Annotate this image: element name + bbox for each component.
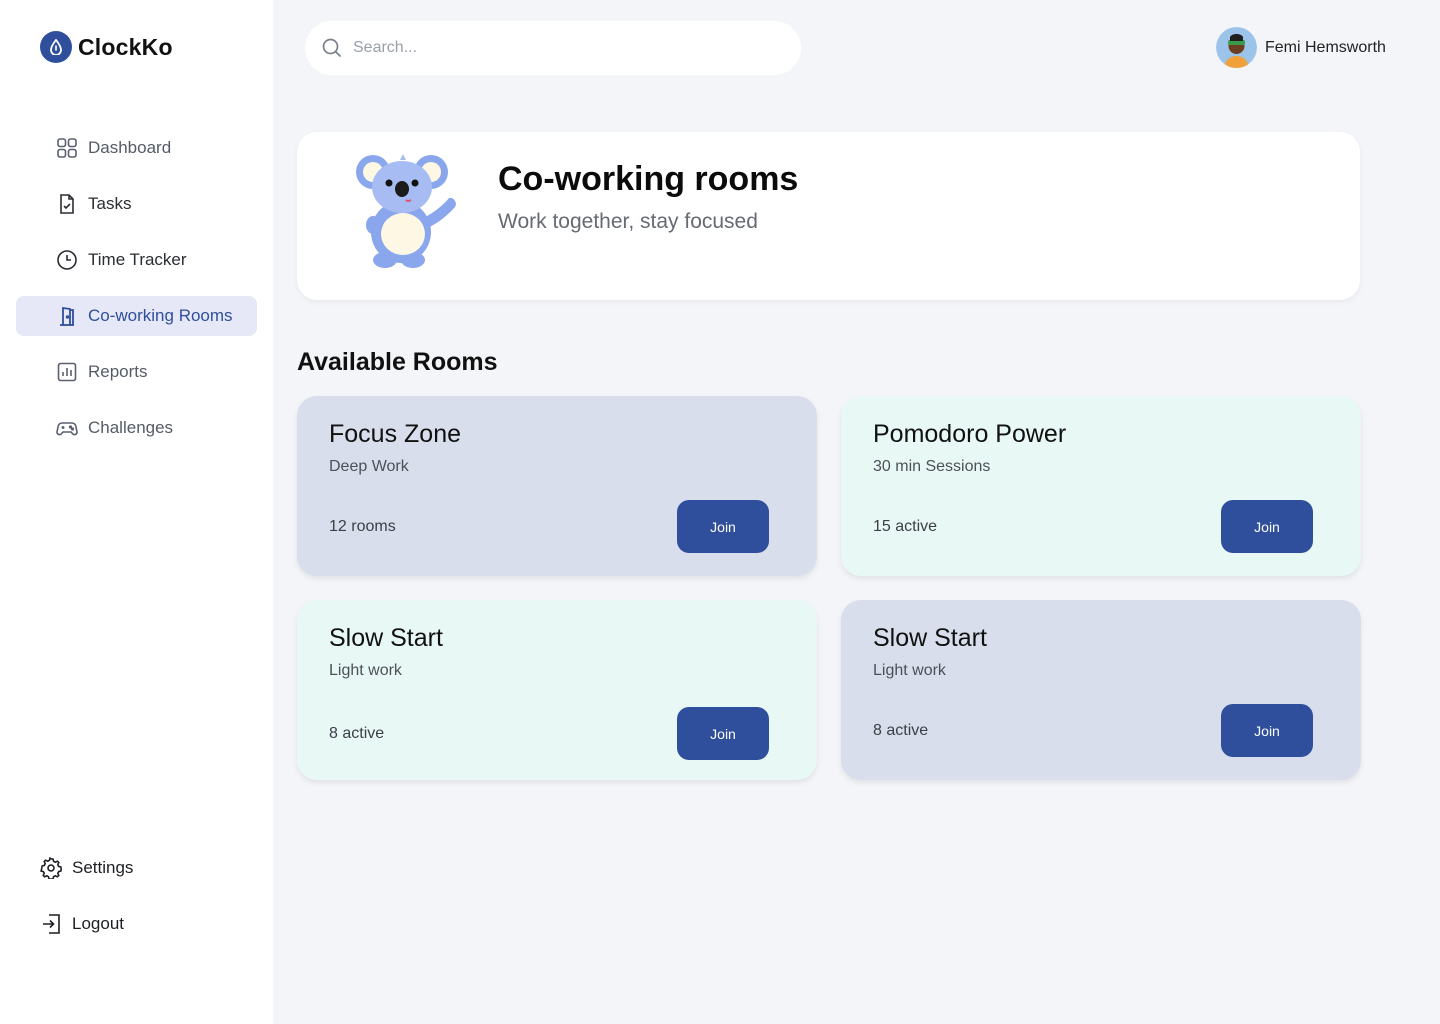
gamepad-icon (56, 422, 78, 436)
room-meta: 8 active (329, 725, 385, 742)
sidebar-nav: Dashboard Tasks Time Tracker Co-working … (16, 128, 257, 464)
avatar[interactable] (1216, 27, 1257, 68)
room-card-focus-zone: Focus Zone Deep Work 12 rooms Join (297, 396, 817, 576)
room-subtitle: Light work (329, 662, 402, 679)
room-title: Slow Start (873, 624, 987, 652)
sidebar-item-label: Tasks (88, 194, 132, 213)
sidebar-item-reports[interactable]: Reports (16, 352, 257, 392)
sidebar-item-co-working-rooms[interactable]: Co-working Rooms (16, 296, 257, 336)
join-button[interactable]: Join (1221, 704, 1313, 757)
logout-icon (43, 914, 60, 934)
join-button[interactable]: Join (677, 707, 769, 760)
task-file-icon (60, 194, 74, 214)
page-subtitle: Work together, stay focused (498, 210, 758, 233)
sidebar-item-dashboard[interactable]: Dashboard (16, 128, 257, 168)
user-name: Femi Hemsworth (1265, 38, 1386, 56)
join-button[interactable]: Join (1221, 500, 1313, 553)
search-bar (305, 21, 801, 75)
available-rooms-heading: Available Rooms (297, 348, 498, 376)
sidebar-item-time-tracker[interactable]: Time Tracker (16, 240, 257, 280)
search-input[interactable] (353, 39, 753, 57)
app-logo[interactable]: ClockKo (40, 31, 173, 63)
sidebar-item-label: Time Tracker (88, 250, 187, 269)
room-title: Pomodoro Power (873, 420, 1067, 448)
grid-icon (57, 138, 77, 158)
room-meta: 15 active (873, 518, 938, 535)
sidebar-item-label: Reports (88, 362, 148, 381)
sidebar-item-label: Co-working Rooms (88, 306, 233, 325)
settings-link[interactable]: Settings (40, 848, 133, 888)
app-name: ClockKo (78, 33, 173, 60)
chart-icon (57, 362, 77, 382)
sidebar-item-challenges[interactable]: Challenges (16, 408, 257, 448)
room-meta: 12 rooms (329, 518, 396, 535)
sidebar-bottom-nav: Settings Logout (40, 848, 133, 960)
gear-icon (40, 857, 62, 879)
room-title: Slow Start (329, 624, 443, 652)
door-icon (60, 306, 74, 326)
room-subtitle: 30 min Sessions (873, 458, 991, 475)
sidebar-item-tasks[interactable]: Tasks (16, 184, 257, 224)
logout-link[interactable]: Logout (40, 904, 133, 944)
room-card-slow-start: Slow Start Light work 8 active Join (297, 600, 817, 780)
logo-icon (40, 31, 72, 63)
page-title: Co-working rooms (498, 160, 799, 198)
user-profile[interactable]: Femi Hemsworth (1216, 27, 1386, 68)
koala-mascot-illustration (356, 154, 456, 268)
hero-banner: Co-working rooms Work together, stay foc… (297, 132, 1360, 300)
room-meta: 8 active (873, 722, 929, 739)
logout-label: Logout (72, 914, 124, 933)
sidebar: ClockKo Dashboard Tasks Time Tracker Co-… (0, 0, 273, 1024)
room-subtitle: Light work (873, 662, 946, 679)
room-subtitle: Deep Work (329, 458, 409, 475)
search-icon (322, 38, 342, 58)
clock-icon (57, 250, 77, 270)
sidebar-item-label: Challenges (88, 418, 174, 437)
join-button[interactable]: Join (677, 500, 769, 553)
settings-label: Settings (72, 858, 134, 877)
sidebar-item-label: Dashboard (88, 138, 172, 157)
room-card-slow-start-2: Slow Start Light work 8 active Join (841, 600, 1361, 780)
room-title: Focus Zone (329, 420, 462, 448)
room-card-pomodoro-power: Pomodoro Power 30 min Sessions 15 active… (841, 396, 1361, 576)
